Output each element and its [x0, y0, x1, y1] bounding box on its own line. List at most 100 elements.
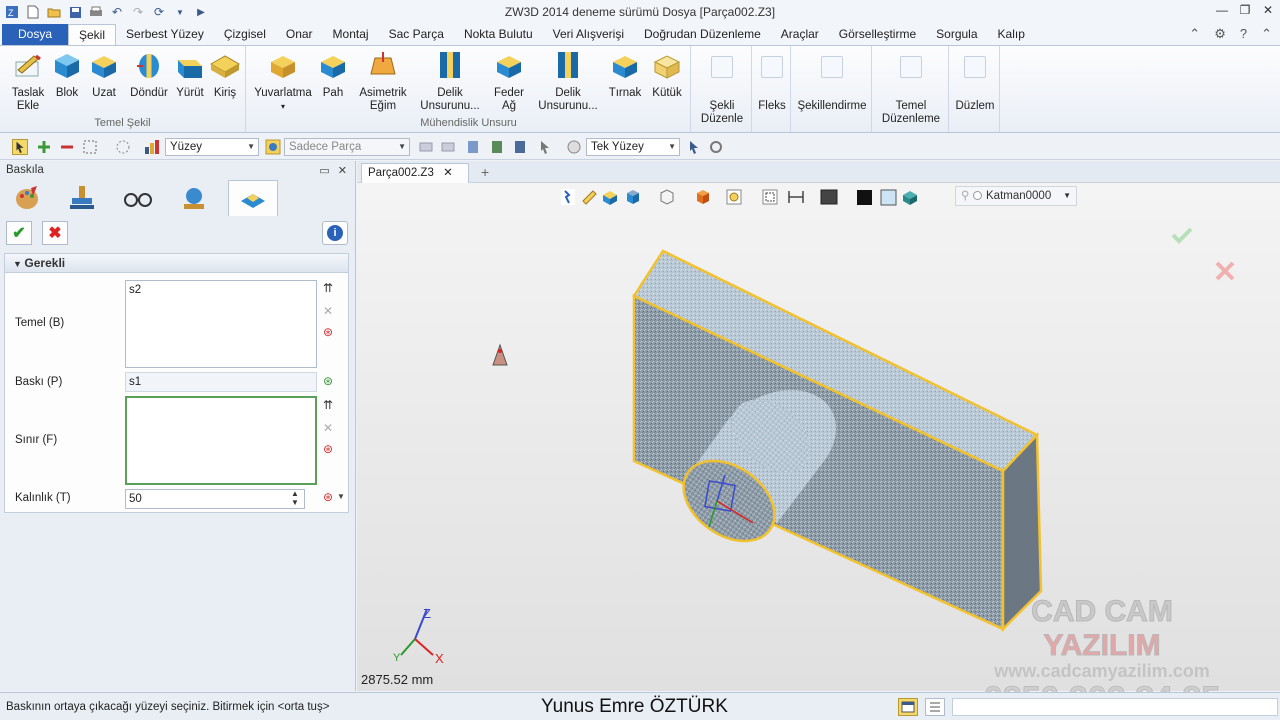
- tool-f-icon[interactable]: [537, 139, 553, 155]
- info-button[interactable]: i: [322, 221, 348, 245]
- yuvarlatma-dropdown-icon[interactable]: ▾: [251, 100, 315, 113]
- tab-araclar[interactable]: Araçlar: [771, 24, 829, 45]
- delik-unsuru-button[interactable]: Delik Unsurunu...: [417, 50, 483, 113]
- cancel-gizmo-icon[interactable]: [1215, 261, 1235, 281]
- face-pick-icon[interactable]: [566, 139, 582, 155]
- tab-veri-alisverisi[interactable]: Veri Alışverişi: [543, 24, 634, 45]
- pick-settings-icon[interactable]: [708, 139, 724, 155]
- tab-sac-parca[interactable]: Sac Parça: [379, 24, 454, 45]
- sinir-input[interactable]: [125, 396, 317, 485]
- tirnak-button[interactable]: Tırnak: [605, 50, 645, 100]
- redo-icon[interactable]: ↷: [129, 3, 147, 21]
- close-button[interactable]: ✕: [1259, 3, 1277, 21]
- asimetrik-egim-button[interactable]: Asimetrik Eğim: [355, 50, 411, 113]
- new-file-icon[interactable]: [24, 3, 42, 21]
- tool-e-icon[interactable]: [512, 139, 528, 155]
- uzat-button[interactable]: Uzat: [86, 50, 122, 100]
- yurut-button[interactable]: Yürüt: [172, 50, 208, 100]
- sinir-pick-icon[interactable]: ⊛: [323, 442, 333, 456]
- part-scope-icon[interactable]: [265, 139, 281, 155]
- panel-close-icon[interactable]: ✕: [338, 164, 347, 177]
- print-icon[interactable]: [87, 3, 105, 21]
- tool-b-icon[interactable]: [440, 139, 456, 155]
- tab-dogrudan-duzenleme[interactable]: Doğrudan Düzenleme: [634, 24, 771, 45]
- kalinlik-spinner-icon[interactable]: ▲ ▼: [291, 489, 299, 507]
- cancel-button[interactable]: ✖: [42, 221, 68, 245]
- undo-icon[interactable]: ↶: [108, 3, 126, 21]
- section-required[interactable]: ▼ Gerekli: [4, 253, 349, 273]
- run-icon[interactable]: ▶: [192, 3, 210, 21]
- tab-file[interactable]: Dosya: [2, 24, 68, 45]
- help-icon[interactable]: ?: [1240, 26, 1247, 42]
- kalinlik-input[interactable]: 50: [125, 489, 305, 509]
- duzlem-button[interactable]: Düzlem: [950, 50, 1000, 113]
- refresh-icon[interactable]: ⟳: [150, 3, 168, 21]
- graphics-viewport[interactable]: Parça002.Z3 ✕ + Katman0000 ▼ ⚲ Z Y X 287…: [357, 161, 1280, 719]
- blok-button[interactable]: Blok: [50, 50, 84, 100]
- select-pointer-icon[interactable]: [12, 139, 28, 155]
- yuvarlatma-button[interactable]: Yuvarlatma ▾: [251, 50, 315, 113]
- temel-duzenleme-button[interactable]: Temel Düzenleme: [873, 50, 949, 126]
- tab-sorgula[interactable]: Sorgula: [926, 24, 987, 45]
- maximize-button[interactable]: ❐: [1236, 3, 1254, 21]
- panel-pin-icon[interactable]: ▭: [319, 164, 329, 177]
- tool-c-icon[interactable]: [465, 139, 481, 155]
- customize-dropdown-icon[interactable]: ▼: [171, 3, 189, 21]
- tab-nokta-bulutu[interactable]: Nokta Bulutu: [454, 24, 543, 45]
- kalinlik-options-icon[interactable]: ▼: [337, 492, 345, 501]
- dondur-button[interactable]: Döndür: [126, 50, 172, 100]
- temel-clear-icon[interactable]: ✕: [323, 304, 333, 318]
- tab-glasses[interactable]: [113, 180, 163, 216]
- tab-serbest-yuzey[interactable]: Serbest Yüzey: [116, 24, 214, 45]
- app-logo-icon[interactable]: Z: [3, 3, 21, 21]
- sinir-move-up-icon[interactable]: ⇈: [323, 398, 333, 412]
- kiris-button[interactable]: Kiriş: [208, 50, 242, 100]
- filter-select[interactable]: Yüzey ▼: [165, 138, 259, 156]
- pick-mode-select[interactable]: Tek Yüzey ▼: [586, 138, 680, 156]
- tab-stamp[interactable]: [57, 180, 107, 216]
- tab-sekil[interactable]: Şekil: [68, 24, 117, 45]
- ribbon-expand-icon[interactable]: ⌃: [1261, 26, 1272, 42]
- sekli-duzenle-button[interactable]: Şekli Düzenle: [692, 50, 752, 126]
- baski-input[interactable]: s1: [125, 372, 317, 392]
- kalinlik-pick-icon[interactable]: ⊛: [323, 490, 333, 504]
- taslak-ekle-button[interactable]: Taslak Ekle: [6, 50, 50, 113]
- settings-icon[interactable]: ⚙: [1214, 26, 1226, 42]
- tab-palette[interactable]: [2, 180, 52, 216]
- add-icon[interactable]: [36, 139, 52, 155]
- remove-icon[interactable]: [59, 139, 75, 155]
- ok-button[interactable]: ✔: [6, 221, 32, 245]
- save-icon[interactable]: [66, 3, 84, 21]
- tool-d-icon[interactable]: [489, 139, 505, 155]
- tab-kalip[interactable]: Kalıp: [988, 24, 1035, 45]
- minimize-button[interactable]: —: [1213, 3, 1231, 21]
- feder-ag-button[interactable]: Feder Ağ: [487, 50, 531, 113]
- delik-unsuru-2-button[interactable]: Delik Unsurunu...: [535, 50, 601, 113]
- tab-onar[interactable]: Onar: [276, 24, 323, 45]
- collapse-ribbon-icon[interactable]: ⌃: [1189, 26, 1200, 42]
- tab-emboss[interactable]: [228, 180, 278, 216]
- filter-icon[interactable]: [144, 139, 160, 155]
- status-list-button[interactable]: [925, 698, 945, 716]
- temel-input[interactable]: s2: [125, 280, 317, 368]
- kutuk-button[interactable]: Kütük: [647, 50, 687, 100]
- lasso-icon[interactable]: [115, 139, 131, 155]
- temel-pick-icon[interactable]: ⊛: [323, 325, 333, 339]
- tab-montaj[interactable]: Montaj: [323, 24, 379, 45]
- tool-a-icon[interactable]: [418, 139, 434, 155]
- pick-tool-icon[interactable]: [686, 139, 702, 155]
- sekillendirme-button[interactable]: Şekillendirme: [792, 50, 872, 113]
- box-select-icon[interactable]: [82, 139, 98, 155]
- tab-sphere[interactable]: [169, 180, 219, 216]
- pah-button[interactable]: Pah: [315, 50, 351, 100]
- open-folder-icon[interactable]: [45, 3, 63, 21]
- scope-select[interactable]: Sadece Parça ▼: [284, 138, 410, 156]
- status-view-button[interactable]: [898, 698, 918, 716]
- sinir-clear-icon[interactable]: ✕: [323, 421, 333, 435]
- accept-gizmo-icon[interactable]: [1171, 227, 1193, 244]
- tab-gorsellestirme[interactable]: Görselleştirme: [829, 24, 926, 45]
- fleks-button[interactable]: Fleks: [753, 50, 791, 113]
- temel-move-up-icon[interactable]: ⇈: [323, 281, 333, 295]
- baski-pick-icon[interactable]: ⊛: [323, 374, 333, 388]
- tab-cizgisel[interactable]: Çizgisel: [214, 24, 276, 45]
